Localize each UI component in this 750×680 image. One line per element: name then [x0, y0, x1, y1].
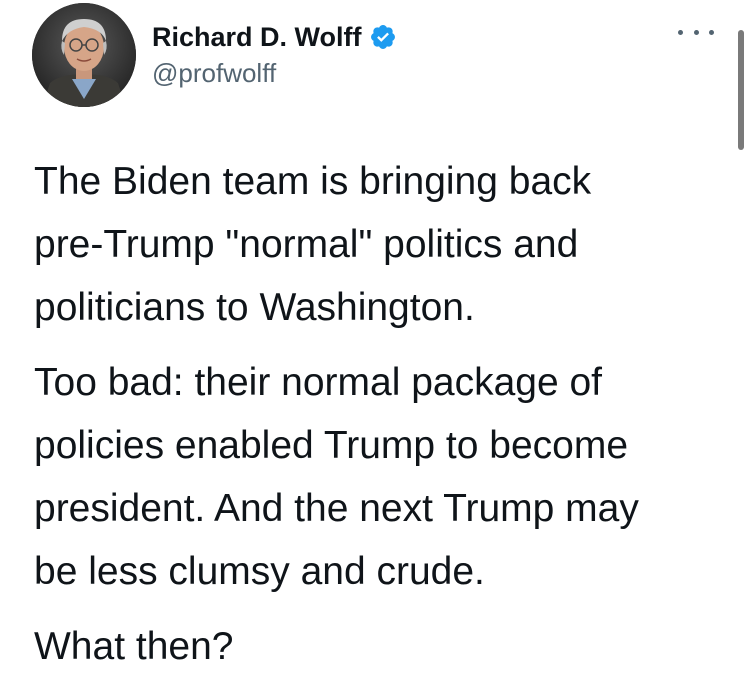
scrollbar[interactable] — [738, 30, 744, 150]
avatar-photo — [32, 3, 136, 107]
more-dot — [678, 29, 683, 35]
tweet-paragraph-1: The Biden team is bringing back pre-Trum… — [34, 160, 592, 329]
tweet-paragraph-2: Too bad: their normal package of policie… — [34, 361, 639, 593]
more-dot — [693, 29, 699, 35]
avatar[interactable] — [32, 3, 136, 107]
author-name-row[interactable]: Richard D. Wolff — [152, 20, 397, 54]
tweet-card: Richard D. Wolff @profwolff The Biden te… — [0, 0, 750, 680]
tweet-body: The Biden team is bringing back pre-Trum… — [34, 150, 724, 678]
tweet-paragraph-3: What then? — [34, 625, 234, 668]
more-dot — [709, 29, 714, 35]
author-display-name[interactable]: Richard D. Wolff — [152, 22, 362, 53]
verified-badge-icon — [369, 23, 397, 51]
author-handle[interactable]: @profwolff — [152, 58, 276, 89]
more-options-icon[interactable] — [678, 22, 714, 42]
